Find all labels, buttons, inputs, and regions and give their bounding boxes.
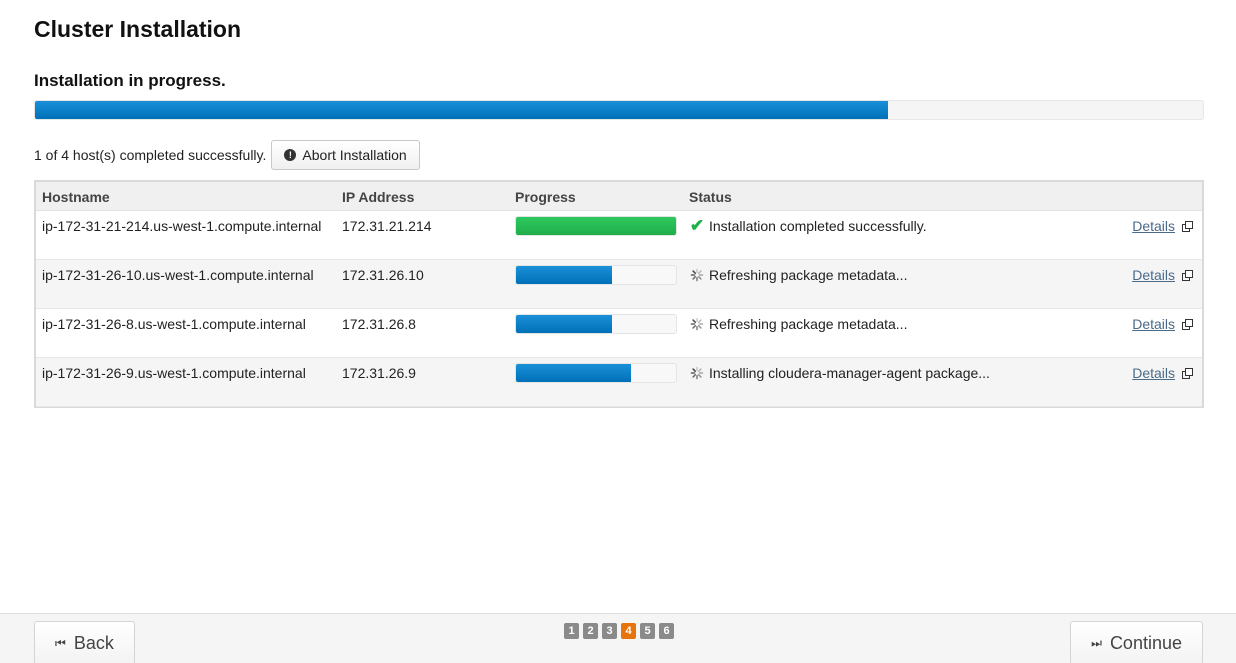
skip-back-icon: ⏮ <box>55 635 66 650</box>
column-header-status: Status <box>689 189 732 205</box>
table-row: ip-172-31-21-214.us-west-1.compute.inter… <box>36 211 1202 260</box>
back-label: Back <box>73 632 114 653</box>
table-row: ip-172-31-26-9.us-west-1.compute.interna… <box>36 358 1202 407</box>
host-progress-bar <box>515 265 677 285</box>
spinner-icon <box>689 316 705 332</box>
page-title: Cluster Installation <box>34 16 242 42</box>
continue-label: Continue <box>1109 632 1182 653</box>
table-header: Hostname IP Address Progress Status <box>36 182 1202 211</box>
status-cell: ✔ Installation completed successfully. <box>689 216 927 235</box>
wizard-step-1[interactable]: 1 <box>564 623 579 639</box>
hostname-cell: ip-172-31-21-214.us-west-1.compute.inter… <box>42 218 322 234</box>
status-text: Installation completed successfully. <box>709 218 927 234</box>
status-cell: Installing cloudera-manager-agent packag… <box>689 365 990 381</box>
summary-row: 1 of 4 host(s) completed successfully. !… <box>34 140 420 170</box>
host-progress-fill <box>516 315 612 333</box>
exclamation-circle-icon: ! <box>284 149 297 161</box>
spinner-icon <box>689 365 705 381</box>
host-progress-fill <box>516 364 632 382</box>
spinner-icon <box>689 267 705 283</box>
ip-address-cell: 172.31.26.10 <box>342 267 424 283</box>
details-cell: Details <box>1132 267 1193 283</box>
wizard-step-5[interactable]: 5 <box>640 623 655 639</box>
installation-status-heading: Installation in progress. <box>34 71 226 90</box>
status-cell: Refreshing package metadata... <box>689 267 907 283</box>
external-link-icon <box>1182 270 1193 281</box>
column-header-hostname: Hostname <box>42 189 110 205</box>
hostname-cell: ip-172-31-26-8.us-west-1.compute.interna… <box>42 316 306 332</box>
overall-progress-fill <box>35 101 888 119</box>
ip-address-cell: 172.31.26.8 <box>342 316 416 332</box>
host-progress-fill <box>516 266 612 284</box>
details-cell: Details <box>1132 365 1193 381</box>
back-button[interactable]: ⏮ Back <box>34 621 135 663</box>
column-header-ip-address: IP Address <box>342 189 415 205</box>
host-progress-bar <box>515 363 677 383</box>
hostname-cell: ip-172-31-26-10.us-west-1.compute.intern… <box>42 267 314 283</box>
ip-address-cell: 172.31.26.9 <box>342 365 416 381</box>
footer-bar: ⏮ Back 123456 ⏭ Continue <box>0 613 1236 663</box>
status-cell: Refreshing package metadata... <box>689 316 907 332</box>
table-row: ip-172-31-26-10.us-west-1.compute.intern… <box>36 260 1202 309</box>
host-progress-bar <box>515 314 677 334</box>
table-row: ip-172-31-26-8.us-west-1.compute.interna… <box>36 309 1202 358</box>
wizard-step-4[interactable]: 4 <box>621 623 636 639</box>
hostname-cell: ip-172-31-26-9.us-west-1.compute.interna… <box>42 365 306 381</box>
completion-summary: 1 of 4 host(s) completed successfully. <box>34 147 267 163</box>
external-link-icon <box>1182 368 1193 379</box>
wizard-step-6[interactable]: 6 <box>659 623 674 639</box>
wizard-step-2[interactable]: 2 <box>583 623 598 639</box>
ip-address-cell: 172.31.21.214 <box>342 218 432 234</box>
external-link-icon <box>1182 221 1193 232</box>
details-link[interactable]: Details <box>1132 267 1175 283</box>
details-link[interactable]: Details <box>1132 316 1175 332</box>
details-cell: Details <box>1132 316 1193 332</box>
skip-forward-icon: ⏭ <box>1091 635 1102 650</box>
continue-button[interactable]: ⏭ Continue <box>1070 621 1203 663</box>
external-link-icon <box>1182 319 1193 330</box>
status-text: Refreshing package metadata... <box>709 316 908 332</box>
abort-installation-button[interactable]: ! Abort Installation <box>271 140 420 170</box>
details-link[interactable]: Details <box>1132 218 1175 234</box>
host-progress-bar <box>515 216 677 236</box>
overall-progress-bar <box>34 100 1204 120</box>
abort-installation-label: Abort Installation <box>302 147 407 163</box>
status-text: Refreshing package metadata... <box>709 267 908 283</box>
hosts-table: Hostname IP Address Progress Status ip-1… <box>34 180 1204 408</box>
host-progress-fill <box>516 217 676 235</box>
wizard-steps: 123456 <box>564 623 678 639</box>
column-header-progress: Progress <box>515 189 576 205</box>
checkmark-icon: ✔ <box>689 216 705 235</box>
details-cell: Details <box>1132 218 1193 234</box>
wizard-step-3[interactable]: 3 <box>602 623 617 639</box>
status-text: Installing cloudera-manager-agent packag… <box>709 365 990 381</box>
details-link[interactable]: Details <box>1132 365 1175 381</box>
